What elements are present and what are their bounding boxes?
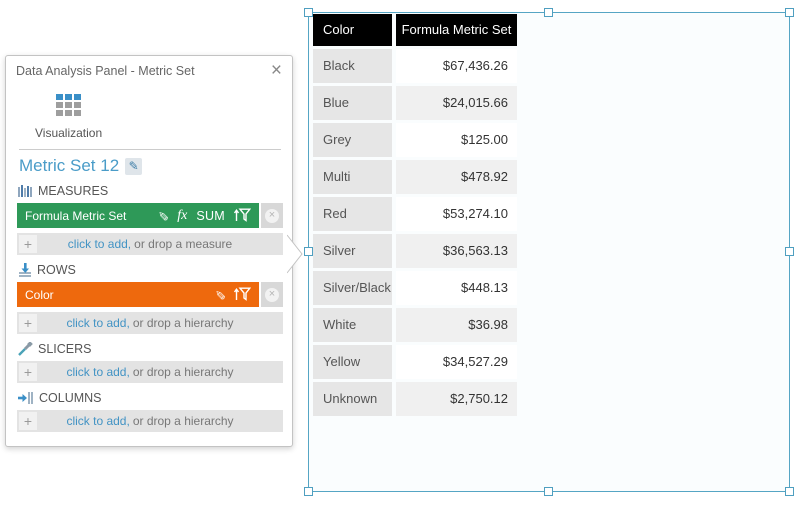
resize-handle-middle-right[interactable] — [785, 247, 794, 256]
rows-icon — [18, 263, 32, 277]
edit-hierarchy-icon[interactable]: ✎ — [212, 289, 228, 300]
table-row: Silver$36,563.13 — [313, 234, 517, 268]
add-measure-row[interactable]: + click to add, or drop a measure — [17, 233, 283, 255]
row-value-cell: $34,527.29 — [396, 345, 517, 379]
measures-label: MEASURES — [38, 184, 108, 198]
close-icon[interactable]: × — [271, 63, 282, 79]
rows-label: ROWS — [37, 263, 76, 277]
add-measure-hint: or drop a measure — [134, 237, 232, 251]
measure-label: Formula Metric Set — [25, 209, 126, 223]
result-table-body: Black$67,436.26Blue$24,015.66Grey$125.00… — [313, 49, 517, 416]
divider — [19, 149, 281, 150]
visualization-label: Visualization — [35, 126, 102, 140]
row-value-cell: $24,015.66 — [396, 86, 517, 120]
edit-metric-set-icon[interactable]: ✎ — [125, 158, 142, 175]
table-row: Unknown$2,750.12 — [313, 382, 517, 416]
add-column-row[interactable]: + click to add, or drop a hierarchy — [17, 410, 283, 432]
remove-hierarchy-button[interactable]: × — [261, 282, 283, 307]
resize-handle-middle-left[interactable] — [304, 247, 313, 256]
table-row: Yellow$34,527.29 — [313, 345, 517, 379]
resize-handle-top-middle[interactable] — [544, 8, 553, 17]
aggregator-label[interactable]: SUM — [196, 209, 225, 223]
row-value-cell: $53,274.10 — [396, 197, 517, 231]
panel-title-bar[interactable]: Data Analysis Panel - Metric Set × — [6, 56, 292, 84]
row-label-cell: Blue — [313, 86, 392, 120]
table-row: Silver/Black$448.13 — [313, 271, 517, 305]
add-slicer-hint: or drop a hierarchy — [133, 365, 234, 379]
plus-icon[interactable]: + — [19, 412, 37, 430]
table-header-row: Color Formula Metric Set — [313, 14, 517, 46]
sort-filter-icon[interactable] — [234, 287, 251, 302]
row-value-cell: $478.92 — [396, 160, 517, 194]
row-label-cell: Silver — [313, 234, 392, 268]
add-column-hint: or drop a hierarchy — [133, 414, 234, 428]
panel-title: Data Analysis Panel - Metric Set — [16, 64, 195, 78]
plus-icon[interactable]: + — [19, 235, 37, 253]
measure-item-row: Formula Metric Set ✎ fx SUM × — [17, 203, 283, 228]
resize-handle-bottom-left[interactable] — [304, 487, 313, 496]
formula-fx-icon[interactable]: fx — [177, 208, 187, 224]
measure-pill-formula-metric-set[interactable]: Formula Metric Set ✎ fx SUM — [17, 203, 259, 228]
row-value-cell: $448.13 — [396, 271, 517, 305]
remove-icon: × — [265, 288, 279, 302]
hierarchy-pill-color[interactable]: Color ✎ — [17, 282, 259, 307]
plus-icon[interactable]: + — [19, 363, 37, 381]
sort-filter-icon[interactable] — [234, 208, 251, 223]
table-header-color: Color — [313, 14, 392, 46]
edit-measure-icon[interactable]: ✎ — [155, 210, 171, 221]
columns-section-header: COLUMNS — [18, 391, 283, 405]
resize-handle-bottom-middle[interactable] — [544, 487, 553, 496]
row-value-cell: $36.98 — [396, 308, 517, 342]
measures-section-header: MEASURES — [18, 184, 283, 198]
resize-handle-top-right[interactable] — [785, 8, 794, 17]
table-row: Black$67,436.26 — [313, 49, 517, 83]
table-row: Red$53,274.10 — [313, 197, 517, 231]
table-row: Multi$478.92 — [313, 160, 517, 194]
row-label-cell: Yellow — [313, 345, 392, 379]
row-label-cell: Silver/Black — [313, 271, 392, 305]
visualization-button[interactable]: Visualization — [29, 92, 108, 142]
remove-icon: × — [265, 209, 279, 223]
row-label-cell: Red — [313, 197, 392, 231]
resize-handle-bottom-right[interactable] — [785, 487, 794, 496]
hierarchy-label: Color — [25, 288, 54, 302]
row-label-cell: Black — [313, 49, 392, 83]
table-row: White$36.98 — [313, 308, 517, 342]
slicers-label: SLICERS — [38, 342, 92, 356]
panel-callout-tail — [287, 234, 305, 274]
metric-set-title: Metric Set 12 — [19, 156, 119, 176]
table-header-formula-metric-set: Formula Metric Set — [396, 14, 517, 46]
add-row-hierarchy-row[interactable]: + click to add, or drop a hierarchy — [17, 312, 283, 334]
add-measure-link[interactable]: click to add, — [68, 237, 131, 251]
row-label-cell: Grey — [313, 123, 392, 157]
row-value-cell: $125.00 — [396, 123, 517, 157]
add-column-link[interactable]: click to add, — [66, 414, 129, 428]
add-slicer-row[interactable]: + click to add, or drop a hierarchy — [17, 361, 283, 383]
table-row: Grey$125.00 — [313, 123, 517, 157]
row-value-cell: $36,563.13 — [396, 234, 517, 268]
row-value-cell: $2,750.12 — [396, 382, 517, 416]
plus-icon[interactable]: + — [19, 314, 37, 332]
measures-icon — [18, 185, 33, 197]
columns-label: COLUMNS — [39, 391, 102, 405]
result-table[interactable]: Color Formula Metric Set Black$67,436.26… — [313, 14, 517, 419]
resize-handle-top-left[interactable] — [304, 8, 313, 17]
data-analysis-panel[interactable]: Data Analysis Panel - Metric Set × Visua… — [5, 55, 293, 447]
visualization-grid-icon — [56, 94, 81, 123]
rows-section-header: ROWS — [18, 263, 283, 277]
add-row-hierarchy-hint: or drop a hierarchy — [133, 316, 234, 330]
columns-icon — [18, 391, 34, 405]
add-row-hierarchy-link[interactable]: click to add, — [66, 316, 129, 330]
slicers-icon — [18, 342, 33, 356]
remove-measure-button[interactable]: × — [261, 203, 283, 228]
add-slicer-link[interactable]: click to add, — [66, 365, 129, 379]
row-label-cell: Unknown — [313, 382, 392, 416]
slicers-section-header: SLICERS — [18, 342, 283, 356]
row-item-row: Color ✎ × — [17, 282, 283, 307]
row-label-cell: Multi — [313, 160, 392, 194]
row-value-cell: $67,436.26 — [396, 49, 517, 83]
table-row: Blue$24,015.66 — [313, 86, 517, 120]
row-label-cell: White — [313, 308, 392, 342]
